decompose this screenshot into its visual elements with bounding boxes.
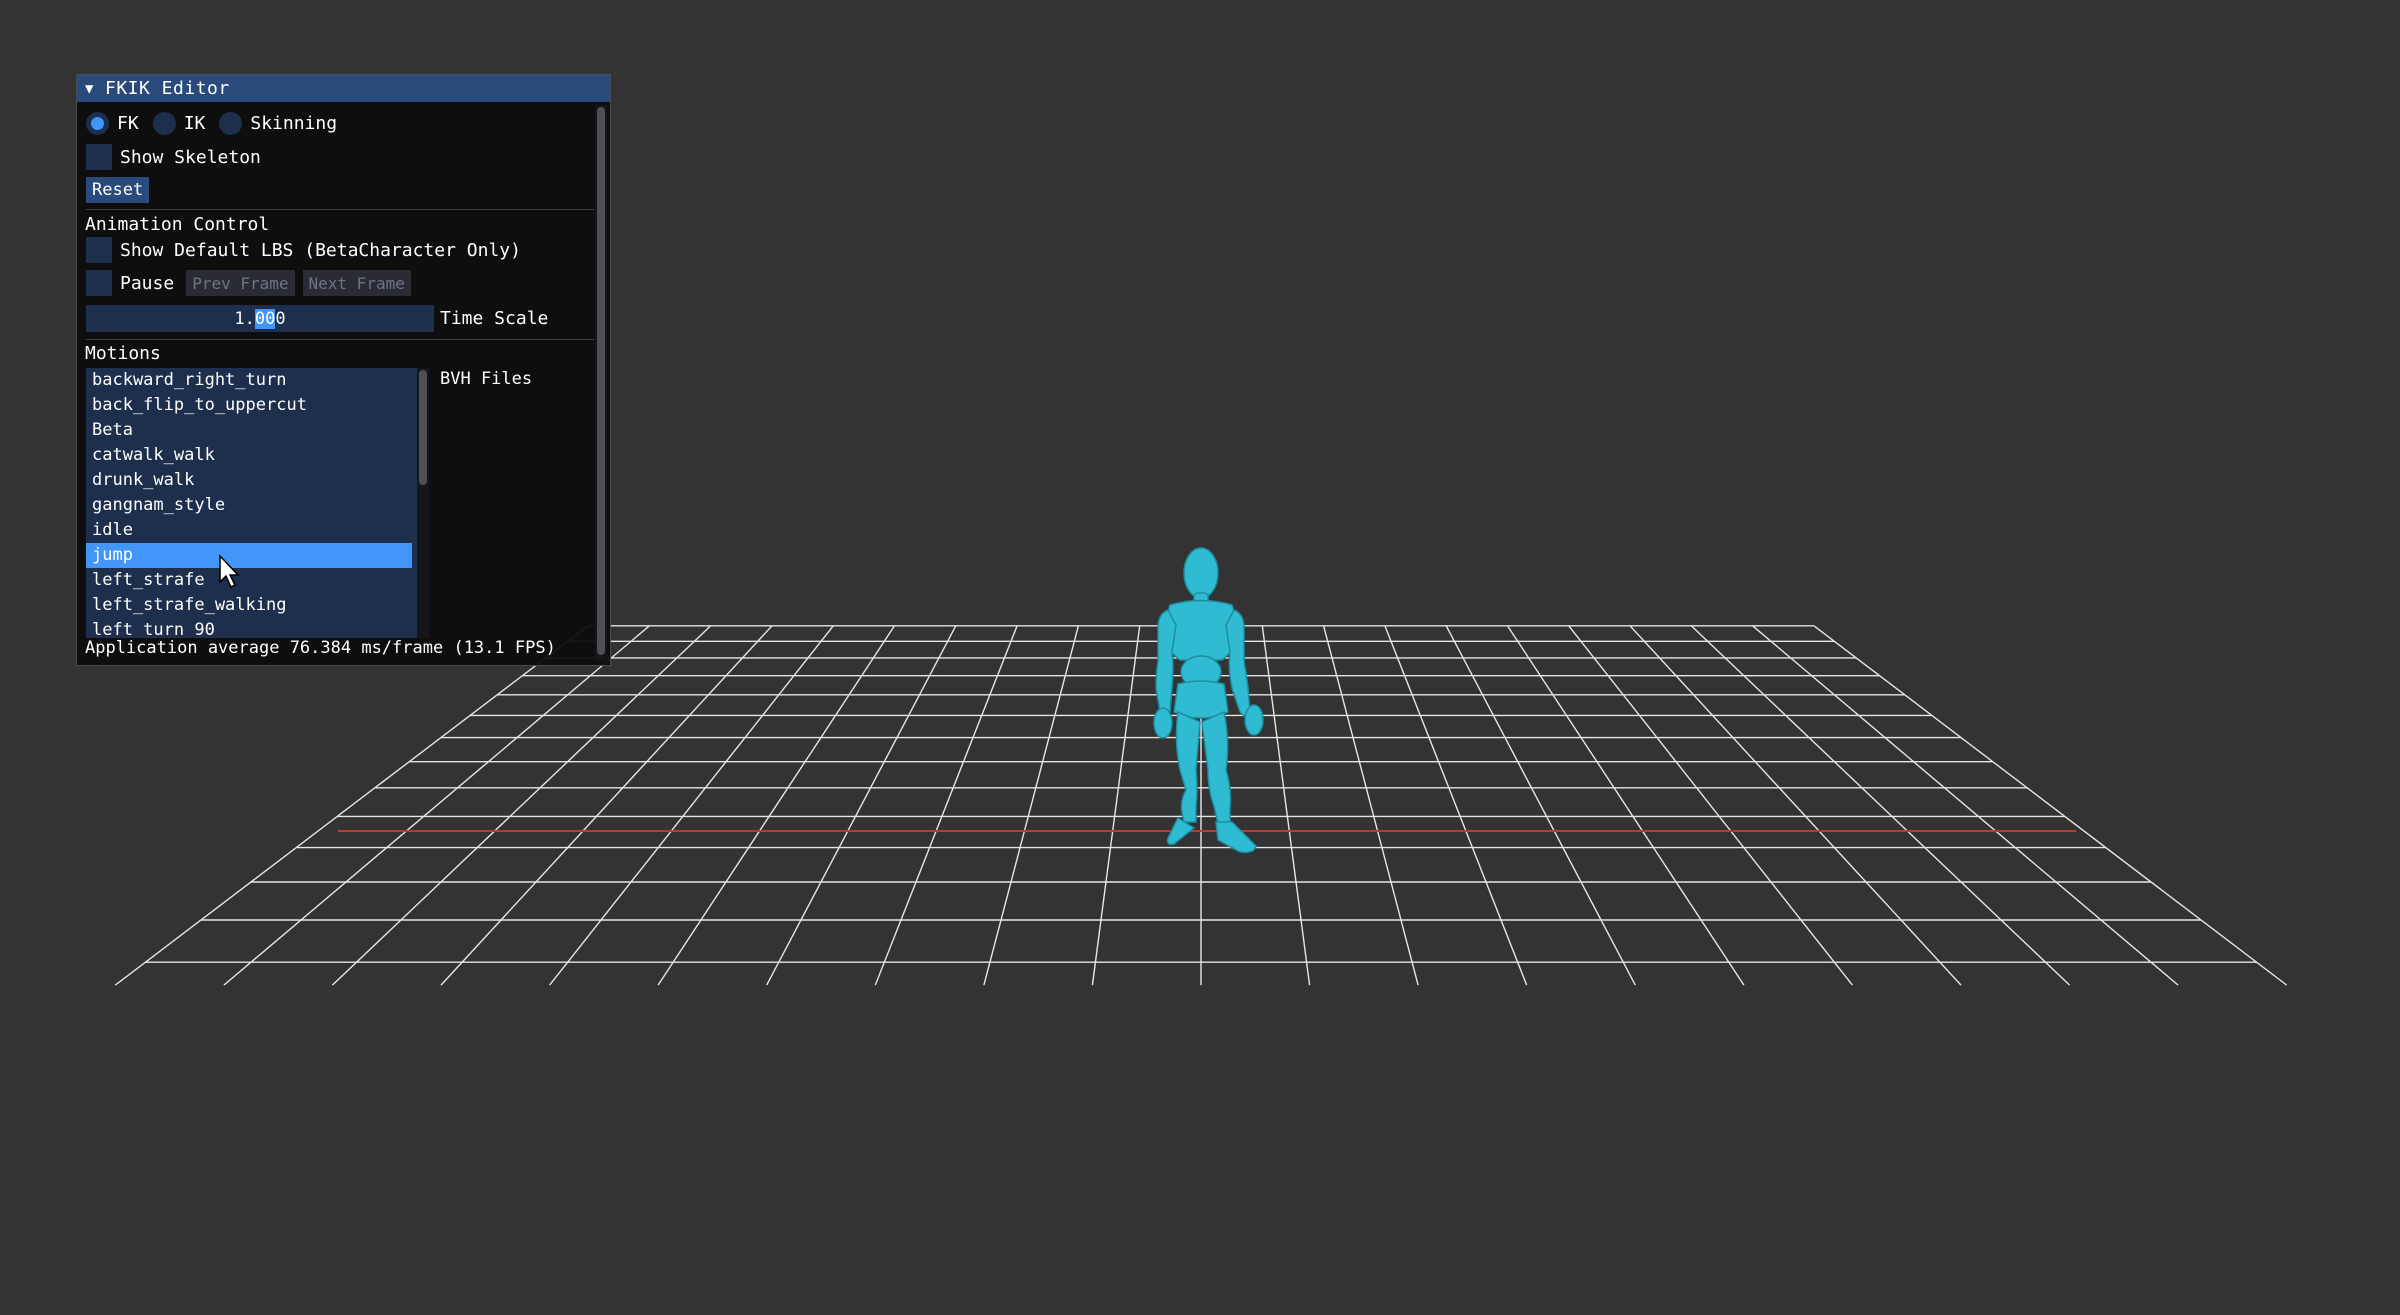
- mode-radio-group: FK IK Skinning: [86, 112, 351, 135]
- show-default-lbs-checkbox[interactable]: [86, 237, 112, 263]
- grid-line: [1322, 625, 1419, 986]
- radio-ik-label[interactable]: IK: [184, 113, 206, 134]
- separator: [86, 209, 594, 210]
- list-item[interactable]: gangnam_style: [86, 493, 424, 518]
- radio-fk-label[interactable]: FK: [117, 113, 139, 134]
- collapse-triangle-icon[interactable]: ▼: [85, 81, 97, 97]
- show-skeleton-label[interactable]: Show Skeleton: [120, 147, 261, 168]
- window-title: FKIK Editor: [105, 78, 230, 99]
- grid-line: [983, 625, 1080, 986]
- grid-line: [549, 625, 834, 986]
- radio-skinning-label[interactable]: Skinning: [250, 113, 337, 134]
- list-item[interactable]: back_flip_to_uppercut: [86, 393, 424, 418]
- mouse-cursor-icon: [219, 554, 240, 589]
- separator: [86, 339, 594, 340]
- list-item[interactable]: idle: [86, 518, 424, 543]
- grid-line: [1813, 625, 2288, 986]
- grid-line: [1384, 625, 1528, 986]
- show-skeleton-checkbox[interactable]: [86, 144, 112, 170]
- list-item[interactable]: Beta: [86, 418, 424, 443]
- list-item[interactable]: drunk_walk: [86, 468, 424, 493]
- grid-line: [1690, 625, 2071, 986]
- listbox-scrollbar[interactable]: [417, 368, 429, 638]
- show-default-lbs-row: Show Default LBS (BetaCharacter Only): [86, 237, 521, 263]
- list-item[interactable]: backward_right_turn: [86, 368, 424, 393]
- next-frame-button[interactable]: Next Frame: [302, 270, 411, 296]
- grid-line: [1568, 625, 1853, 986]
- grid-line: [1506, 625, 1745, 986]
- window-scrollbar-thumb[interactable]: [597, 107, 605, 655]
- show-skeleton-row: Show Skeleton: [86, 144, 261, 170]
- list-item[interactable]: left_strafe_walking: [86, 593, 424, 618]
- animation-control-header: Animation Control: [85, 214, 270, 235]
- grid-line: [1445, 625, 1636, 986]
- reset-button[interactable]: Reset: [86, 177, 150, 203]
- bvh-files-listbox[interactable]: backward_right_turn back_flip_to_uppercut…: [86, 368, 424, 638]
- radio-fk[interactable]: [86, 112, 109, 135]
- list-item[interactable]: left_strafe: [86, 568, 424, 593]
- grid-line: [114, 625, 589, 986]
- time-scale-value-suffix: 0: [275, 308, 286, 329]
- radio-skinning[interactable]: [219, 112, 243, 135]
- time-scale-label: Time Scale: [440, 308, 549, 329]
- time-scale-value-prefix: 1.: [234, 308, 255, 329]
- list-item[interactable]: left_turn_90: [86, 618, 424, 638]
- motions-header: Motions: [85, 343, 161, 364]
- listbox-scrollbar-thumb[interactable]: [419, 370, 427, 485]
- list-item[interactable]: catwalk_walk: [86, 443, 424, 468]
- window-scrollbar[interactable]: [595, 105, 607, 661]
- time-scale-value-selection: 00: [254, 308, 276, 329]
- grid-line: [223, 625, 650, 986]
- grid-line: [1629, 625, 1962, 986]
- grid-line: [874, 625, 1018, 986]
- window-title-bar[interactable]: ▼ FKIK Editor: [77, 75, 610, 102]
- show-default-lbs-label[interactable]: Show Default LBS (BetaCharacter Only): [120, 240, 521, 261]
- time-scale-input[interactable]: 1. 00 0: [86, 305, 434, 332]
- character-model: [1153, 547, 1264, 854]
- grid-line: [440, 625, 773, 986]
- prev-frame-button[interactable]: Prev Frame: [186, 270, 295, 296]
- grid-line: [1752, 625, 2179, 986]
- bvh-files-label: BVH Files: [440, 369, 533, 389]
- grid-line: [331, 625, 712, 986]
- grid-line: [766, 625, 957, 986]
- pause-row: Pause Prev Frame Next Frame: [86, 270, 411, 296]
- grid-line: [657, 625, 896, 986]
- radio-ik[interactable]: [152, 112, 176, 135]
- pause-label[interactable]: Pause: [120, 273, 174, 294]
- list-item-selected[interactable]: jump: [86, 543, 412, 568]
- fps-status-text: Application average 76.384 ms/frame (13.…: [85, 638, 556, 658]
- grid-line: [1091, 625, 1141, 986]
- fkik-editor-window[interactable]: ▼ FKIK Editor FK IK Skinning Show Skelet…: [76, 74, 611, 666]
- grid-line: [1261, 625, 1311, 986]
- pause-checkbox[interactable]: [86, 270, 112, 296]
